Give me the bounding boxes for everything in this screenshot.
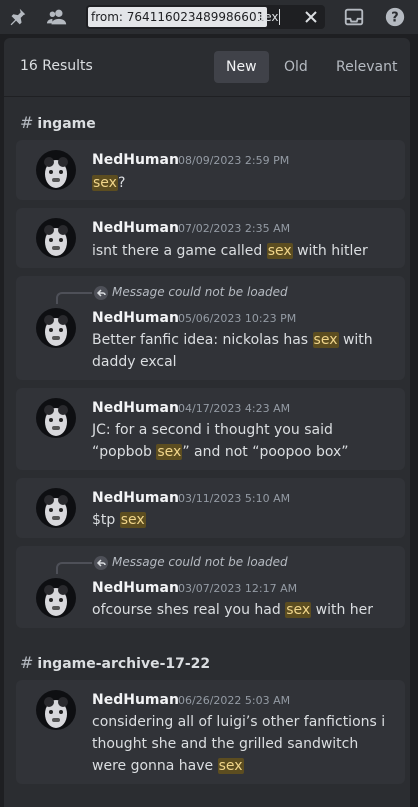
channel-name: ingame-archive-17-22 <box>37 656 211 672</box>
channel-header-ingame-archive[interactable]: # ingame-archive-17-22 <box>20 653 210 672</box>
message-timestamp: 05/06/2023 10:23 PM <box>178 312 297 325</box>
message-text: isnt there a game called <box>92 243 267 259</box>
message-author[interactable]: NedHuman <box>92 400 179 416</box>
message-content: JC: for a second i thought you said “pop… <box>92 419 352 463</box>
message-text: ? <box>117 175 126 191</box>
message-text: ofcourse shes real you had <box>92 602 286 618</box>
message-content: Better fanfic idea: nickolas has sex wit… <box>92 329 377 373</box>
reply-connector <box>56 562 92 574</box>
message-text: $tp <box>92 512 120 528</box>
sort-new-button[interactable]: New <box>214 51 269 83</box>
avatar[interactable] <box>36 308 76 348</box>
channel-hash-icon: # <box>20 113 34 132</box>
search-result-message[interactable]: NedHuman 08/09/2023 2:59 PM sex? <box>16 140 405 200</box>
avatar[interactable] <box>36 150 76 190</box>
search-results-panel: 16 Results New Old Relevant # ingame NedH… <box>4 38 410 807</box>
search-filter-token[interactable]: from: 764116023489986601 <box>88 7 268 27</box>
channel-hash-icon: # <box>20 653 34 672</box>
message-timestamp: 07/02/2023 2:35 AM <box>178 222 291 235</box>
message-content: $tp sex <box>92 509 392 531</box>
reply-icon <box>94 285 108 300</box>
search-match-highlight: sex <box>92 175 118 191</box>
search-result-message[interactable]: Message could not be loaded NedHuman 05/… <box>16 276 405 380</box>
message-content: ofcourse shes real you had sex with her <box>92 599 392 621</box>
avatar[interactable] <box>36 690 76 730</box>
message-timestamp: 06/26/2022 5:03 AM <box>178 694 291 707</box>
message-author[interactable]: NedHuman <box>92 152 179 168</box>
message-timestamp: 03/11/2023 5:10 AM <box>178 492 291 505</box>
message-text: with hitler <box>292 243 368 259</box>
channel-header-ingame[interactable]: # ingame <box>20 113 96 132</box>
results-header: 16 Results New Old Relevant <box>4 38 410 97</box>
avatar[interactable] <box>36 398 76 438</box>
message-content: isnt there a game called sex with hitler <box>92 240 392 262</box>
svg-text:?: ? <box>391 11 398 26</box>
message-timestamp: 08/09/2023 2:59 PM <box>178 154 290 167</box>
reply-icon <box>94 555 108 570</box>
help-icon[interactable]: ? <box>384 6 406 28</box>
search-match-highlight: sex <box>312 332 339 348</box>
member-list-icon[interactable] <box>46 6 68 28</box>
clear-search-icon[interactable] <box>301 7 321 27</box>
message-author[interactable]: NedHuman <box>92 490 179 506</box>
message-text: with her <box>311 602 374 618</box>
text-caret <box>279 9 280 25</box>
reply-connector <box>56 292 92 304</box>
message-author[interactable]: NedHuman <box>92 692 179 708</box>
result-count: 16 Results <box>20 58 93 74</box>
search-result-message[interactable]: Message could not be loaded NedHuman 03/… <box>16 546 405 628</box>
sort-relevant-button[interactable]: Relevant <box>324 51 409 83</box>
message-timestamp: 03/07/2023 12:17 AM <box>178 582 298 595</box>
avatar[interactable] <box>36 578 76 618</box>
message-text: ” and not “poopoo box” <box>182 444 349 460</box>
sort-old-button[interactable]: Old <box>272 51 320 83</box>
search-match-highlight: sex <box>217 758 244 774</box>
search-input[interactable]: from: 764116023489986601 sex <box>86 5 325 29</box>
message-content: sex? <box>92 172 392 194</box>
message-author[interactable]: NedHuman <box>92 220 179 236</box>
search-match-highlight: sex <box>156 444 183 460</box>
avatar[interactable] <box>36 488 76 528</box>
search-result-message[interactable]: NedHuman 03/11/2023 5:10 AM $tp sex <box>16 478 405 538</box>
reply-unavailable-text: Message could not be loaded <box>112 555 288 569</box>
search-query-text: sex <box>258 10 279 24</box>
avatar[interactable] <box>36 218 76 258</box>
pin-icon[interactable] <box>6 6 28 28</box>
message-author[interactable]: NedHuman <box>92 310 179 326</box>
search-result-message[interactable]: NedHuman 04/17/2023 4:23 AM JC: for a se… <box>16 388 405 470</box>
search-match-highlight: sex <box>285 602 312 618</box>
search-result-message[interactable]: NedHuman 06/26/2022 5:03 AM considering … <box>16 680 405 784</box>
inbox-icon[interactable] <box>343 6 365 28</box>
channel-name: ingame <box>37 116 96 132</box>
message-timestamp: 04/17/2023 4:23 AM <box>178 402 291 415</box>
top-bar: from: 764116023489986601 sex ? <box>0 0 418 34</box>
search-result-message[interactable]: NedHuman 07/02/2023 2:35 AM isnt there a… <box>16 208 405 268</box>
message-author[interactable]: NedHuman <box>92 580 179 596</box>
search-match-highlight: sex <box>119 512 146 528</box>
search-match-highlight: sex <box>266 243 293 259</box>
message-text: Better fanfic idea: nickolas has <box>92 332 313 348</box>
reply-unavailable-text: Message could not be loaded <box>112 285 288 299</box>
message-content: considering all of luigi’s other fanfict… <box>92 711 392 777</box>
